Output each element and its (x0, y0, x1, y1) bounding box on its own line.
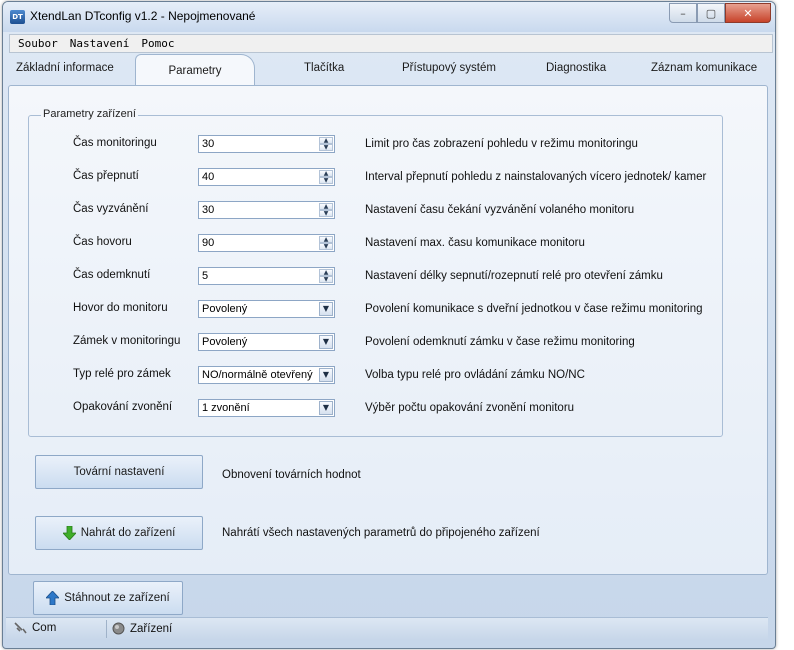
spin-buttons[interactable]: ▲ ▼ (319, 269, 333, 283)
label-cas-hovoru: Čas hovoru (73, 236, 132, 248)
chevron-down-icon[interactable]: ▼ (319, 302, 333, 316)
spin-down-icon[interactable]: ▼ (319, 177, 333, 184)
desc-cas-hovoru: Nastavení max. času komunikace monitoru (365, 237, 585, 249)
spin-down-icon[interactable]: ▼ (319, 210, 333, 217)
desc-cas-monitoringu: Limit pro čas zobrazení pohledu v režimu… (365, 138, 638, 150)
spin-up-icon[interactable]: ▲ (319, 203, 333, 210)
desc-typ-rele: Volba typu relé pro ovládání zámku NO/NC (365, 369, 585, 381)
upload-to-device-button[interactable]: Nahrát do zařízení (35, 516, 203, 550)
chevron-down-icon[interactable]: ▼ (319, 368, 333, 382)
select-opakovani-zvoneni[interactable]: 1 zvonění ▼ (198, 399, 335, 417)
status-com-label: Com (32, 622, 57, 634)
label-opakovani-zvoneni: Opakování zvonění (73, 401, 173, 413)
title-bar[interactable]: DT XtendLan DTconfig v1.2 - Nepojmenovan… (3, 2, 775, 32)
spin-buttons[interactable]: ▲ ▼ (319, 170, 333, 184)
status-separator (106, 620, 107, 638)
label-cas-monitoringu: Čas monitoringu (73, 137, 157, 149)
arrow-down-icon (62, 526, 76, 540)
tab-zaznam-komunikace[interactable]: Záznam komunikace (651, 62, 757, 74)
desc-cas-vyzvaneni: Nastavení času čekání vyzvánění volaného… (365, 204, 635, 216)
status-com: Com (14, 622, 56, 634)
window-title: XtendLan DTconfig v1.2 - Nepojmenované (30, 9, 256, 23)
arrow-up-icon (46, 591, 60, 605)
label-cas-vyzvaneni: Čas vyzvánění (73, 203, 149, 215)
spin-cas-odemknuti[interactable]: 5 ▲ ▼ (198, 267, 335, 285)
chevron-down-icon[interactable]: ▼ (319, 401, 333, 415)
spin-buttons[interactable]: ▲ ▼ (319, 137, 333, 151)
spin-up-icon[interactable]: ▲ (319, 236, 333, 243)
spin-cas-vyzvaneni[interactable]: 30 ▲ ▼ (198, 201, 335, 219)
tab-tlacitka[interactable]: Tlačítka (304, 62, 344, 74)
chevron-down-icon[interactable]: ▼ (319, 335, 333, 349)
status-device: Zařízení (112, 622, 172, 635)
tab-zakladni-informace[interactable]: Základní informace (16, 62, 114, 74)
group-title: Parametry zařízení (41, 108, 138, 120)
value-cas-odemknuti[interactable]: 5 (202, 270, 208, 282)
upload-label: Nahrát do zařízení (80, 527, 176, 539)
desc-cas-odemknuti: Nastavení délky sepnutí/rozepnutí relé p… (365, 270, 663, 282)
maximize-button[interactable]: ▢ (697, 3, 725, 23)
spin-up-icon[interactable]: ▲ (319, 269, 333, 276)
menu-pomoc[interactable]: Pomoc (141, 37, 174, 50)
factory-reset-label: Tovární nastavení (73, 466, 165, 478)
value-cas-vyzvaneni[interactable]: 30 (202, 204, 214, 216)
select-hovor-do-monitoru[interactable]: Povolený ▼ (198, 300, 335, 318)
tab-diagnostika[interactable]: Diagnostika (546, 62, 606, 74)
minimize-button[interactable]: – (669, 3, 697, 23)
upload-desc: Nahrátí všech nastavených parametrů do p… (222, 527, 540, 539)
tab-pristupovy-system[interactable]: Přístupový systém (402, 62, 496, 74)
value-zamek-v-monitoringu: Povolený (202, 336, 248, 348)
download-from-device-button[interactable]: Stáhnout ze zařízení (33, 581, 183, 615)
spin-down-icon[interactable]: ▼ (319, 243, 333, 250)
menu-bar: Soubor Nastavení Pomoc (9, 34, 773, 53)
desc-zamek-v-monitoringu: Povolení odemknutí zámku v čase režimu m… (365, 336, 635, 348)
value-cas-hovoru[interactable]: 90 (202, 237, 214, 249)
device-status-icon (112, 622, 125, 635)
app-icon: DT (10, 10, 25, 24)
factory-reset-button[interactable]: Tovární nastavení (35, 455, 203, 489)
value-cas-prepnuti[interactable]: 40 (202, 171, 214, 183)
menu-nastaveni[interactable]: Nastavení (70, 37, 130, 50)
spin-down-icon[interactable]: ▼ (319, 144, 333, 151)
spin-cas-prepnuti[interactable]: 40 ▲ ▼ (198, 168, 335, 186)
desc-hovor-do-monitoru: Povolení komunikace s dveřní jednotkou v… (365, 303, 703, 315)
value-opakovani-zvoneni: 1 zvonění (202, 402, 250, 414)
label-cas-prepnuti: Čas přepnutí (73, 170, 139, 182)
desc-opakovani-zvoneni: Výběr počtu opakování zvonění monitoru (365, 402, 575, 414)
label-typ-rele: Typ relé pro zámek (73, 368, 171, 380)
download-label: Stáhnout ze zařízení (64, 592, 170, 604)
tab-strip: Základní informace Parametry Tlačítka Př… (6, 54, 768, 87)
menu-soubor[interactable]: Soubor (18, 37, 58, 50)
value-typ-rele: NO/normálně otevřený (202, 369, 313, 381)
spin-down-icon[interactable]: ▼ (319, 276, 333, 283)
spin-cas-hovoru[interactable]: 90 ▲ ▼ (198, 234, 335, 252)
tab-parametry[interactable]: Parametry (135, 54, 255, 87)
spin-buttons[interactable]: ▲ ▼ (319, 236, 333, 250)
label-zamek-v-monitoringu: Zámek v monitoringu (73, 335, 181, 347)
spin-up-icon[interactable]: ▲ (319, 170, 333, 177)
factory-reset-desc: Obnovení továrních hodnot (222, 469, 361, 481)
close-button[interactable]: ✕ (725, 3, 771, 23)
label-hovor-do-monitoru: Hovor do monitoru (73, 302, 168, 314)
value-hovor-do-monitoru: Povolený (202, 303, 248, 315)
label-cas-odemknuti: Čas odemknutí (73, 269, 151, 281)
status-device-label: Zařízení (130, 622, 173, 635)
spin-up-icon[interactable]: ▲ (319, 137, 333, 144)
value-cas-monitoringu[interactable]: 30 (202, 138, 214, 150)
select-typ-rele[interactable]: NO/normálně otevřený ▼ (198, 366, 335, 384)
spin-buttons[interactable]: ▲ ▼ (319, 203, 333, 217)
spin-cas-monitoringu[interactable]: 30 ▲ ▼ (198, 135, 335, 153)
plug-icon (14, 622, 27, 634)
desc-cas-prepnuti: Interval přepnutí pohledu z nainstalovan… (365, 171, 707, 183)
status-bar: Com Zařízení (6, 617, 768, 640)
select-zamek-v-monitoringu[interactable]: Povolený ▼ (198, 333, 335, 351)
